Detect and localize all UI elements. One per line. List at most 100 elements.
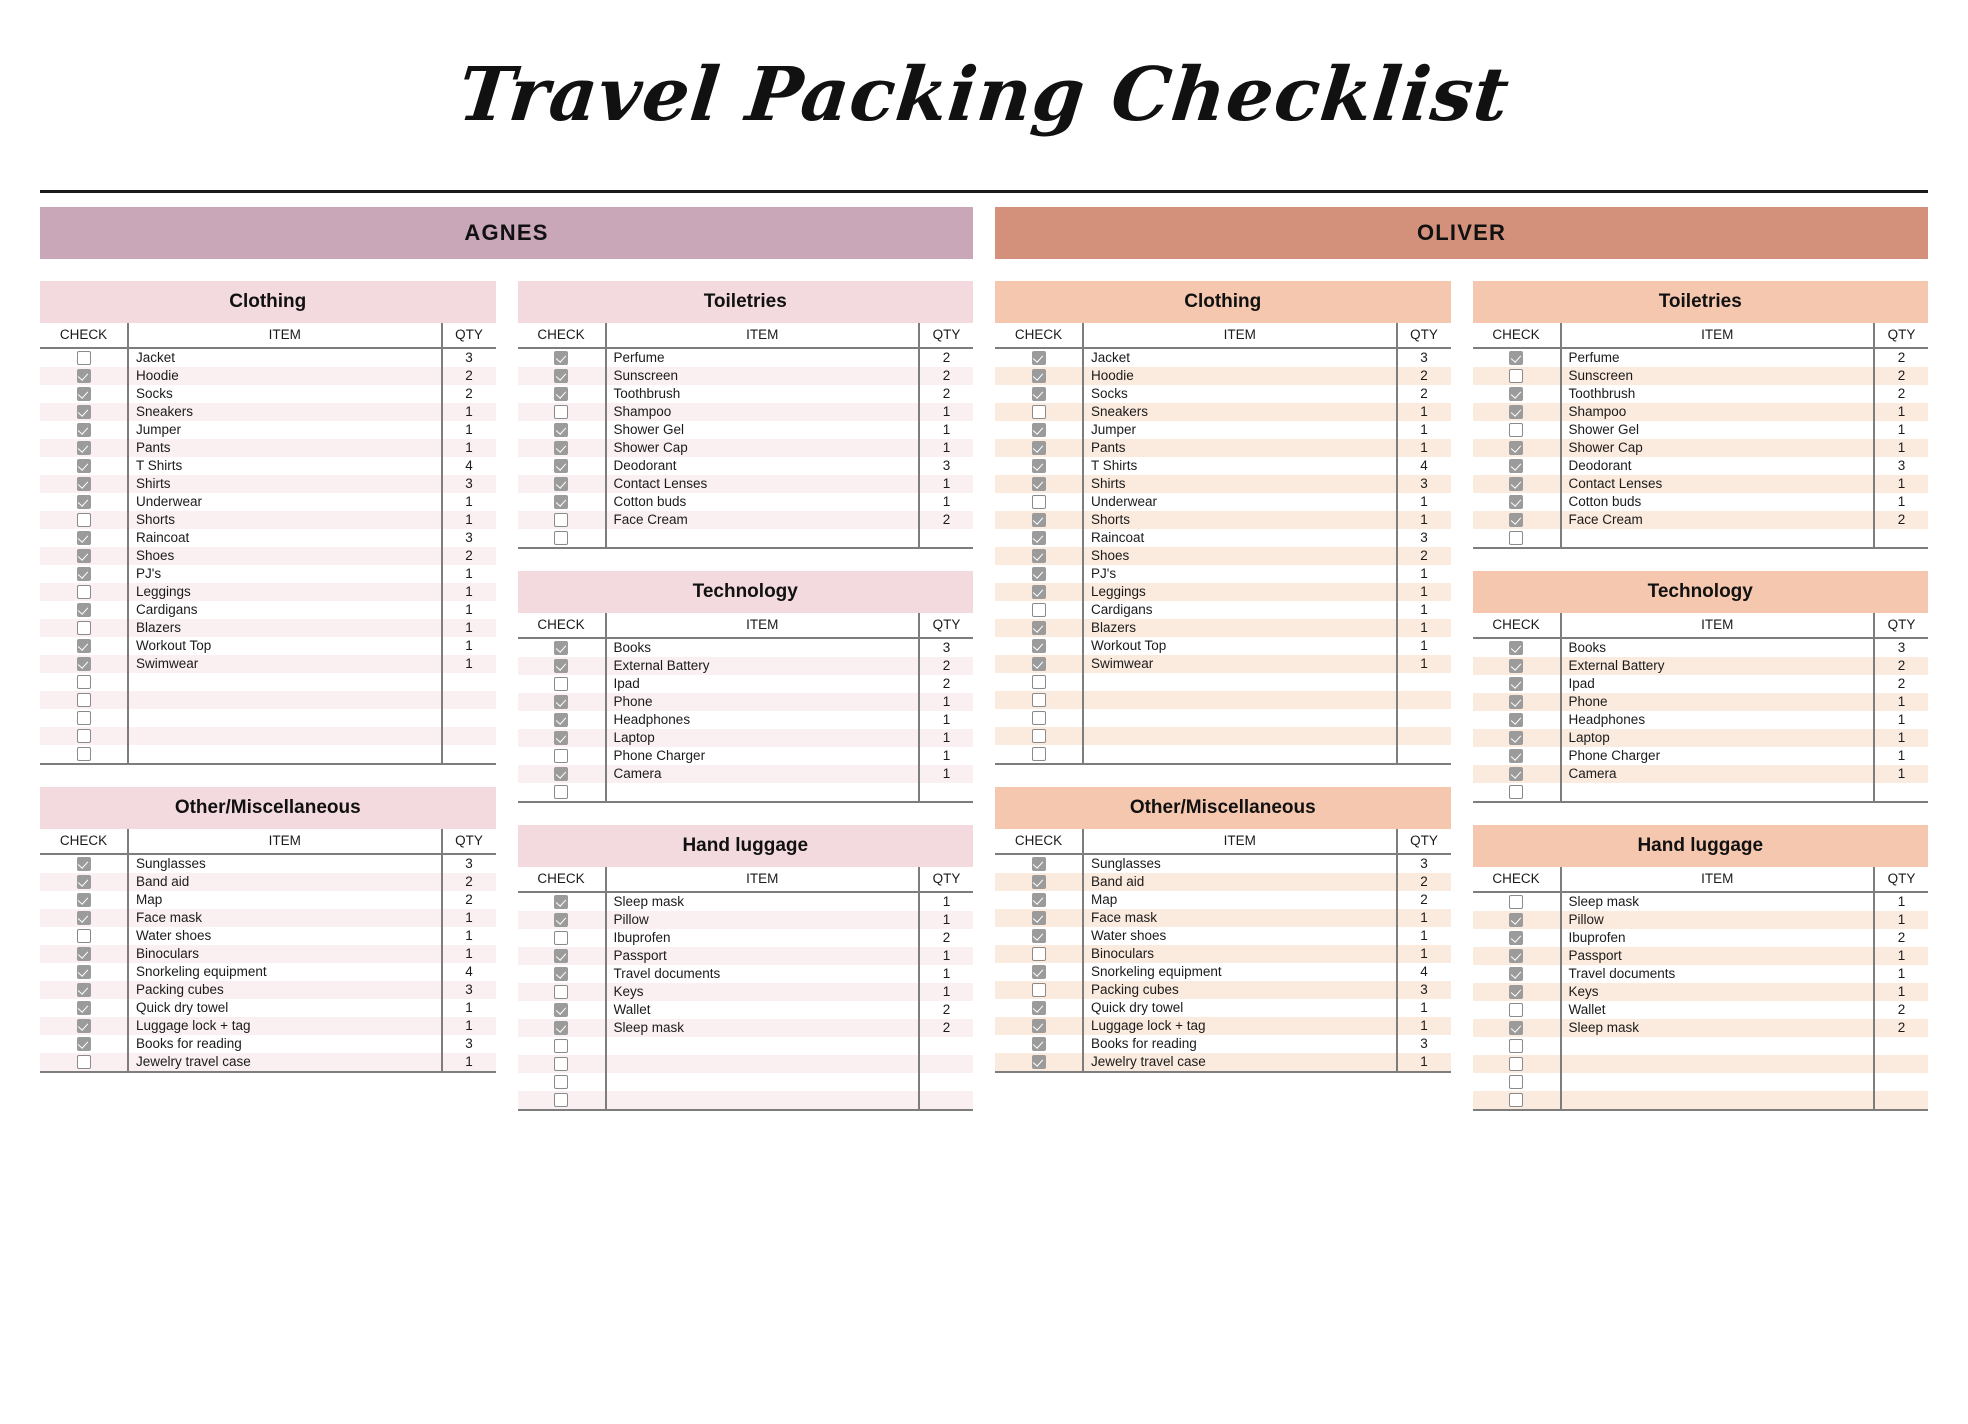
check-cell[interactable] <box>40 511 129 529</box>
checkbox-checked-icon[interactable] <box>554 767 568 782</box>
checkbox-checked-icon[interactable] <box>76 947 91 962</box>
check-cell[interactable] <box>40 999 129 1017</box>
check-cell[interactable] <box>40 691 129 709</box>
checkbox-checked-icon[interactable] <box>554 913 568 928</box>
checkbox-checked-icon[interactable] <box>76 657 91 672</box>
checkbox-checked-icon[interactable] <box>76 965 91 980</box>
check-cell[interactable] <box>995 673 1084 691</box>
check-cell[interactable] <box>1472 638 1562 657</box>
checkbox-checked-icon[interactable] <box>76 387 91 402</box>
check-cell[interactable] <box>1472 657 1562 675</box>
checkbox-unchecked-icon[interactable] <box>1031 675 1046 690</box>
checkbox-checked-icon[interactable] <box>554 713 568 728</box>
checkbox-checked-icon[interactable] <box>554 1021 568 1036</box>
check-cell[interactable] <box>995 727 1084 745</box>
check-cell[interactable] <box>40 403 129 421</box>
check-cell[interactable] <box>40 619 129 637</box>
check-cell[interactable] <box>517 729 607 747</box>
checkbox-checked-icon[interactable] <box>76 1037 91 1052</box>
check-cell[interactable] <box>40 927 129 945</box>
check-cell[interactable] <box>995 854 1084 873</box>
check-cell[interactable] <box>995 999 1084 1017</box>
checkbox-checked-icon[interactable] <box>76 405 91 420</box>
check-cell[interactable] <box>517 1037 607 1055</box>
checkbox-checked-icon[interactable] <box>76 893 91 908</box>
checkbox-unchecked-icon[interactable] <box>554 931 568 946</box>
checkbox-checked-icon[interactable] <box>1031 875 1046 890</box>
check-cell[interactable] <box>517 1055 607 1073</box>
checkbox-unchecked-icon[interactable] <box>76 1055 91 1070</box>
checkbox-checked-icon[interactable] <box>1509 641 1523 656</box>
checkbox-checked-icon[interactable] <box>1031 1037 1046 1052</box>
checkbox-checked-icon[interactable] <box>1031 1019 1046 1034</box>
check-cell[interactable] <box>40 1035 129 1053</box>
check-cell[interactable] <box>40 655 129 673</box>
checkbox-checked-icon[interactable] <box>1509 495 1523 510</box>
check-cell[interactable] <box>40 1017 129 1035</box>
checkbox-checked-icon[interactable] <box>76 983 91 998</box>
checkbox-checked-icon[interactable] <box>1509 477 1523 492</box>
checkbox-checked-icon[interactable] <box>1031 893 1046 908</box>
checkbox-checked-icon[interactable] <box>1031 929 1046 944</box>
check-cell[interactable] <box>517 385 607 403</box>
check-cell[interactable] <box>40 854 129 873</box>
checkbox-checked-icon[interactable] <box>1509 713 1523 728</box>
checkbox-checked-icon[interactable] <box>1509 387 1523 402</box>
check-cell[interactable] <box>517 439 607 457</box>
check-cell[interactable] <box>995 529 1084 547</box>
check-cell[interactable] <box>40 457 129 475</box>
check-cell[interactable] <box>995 565 1084 583</box>
check-cell[interactable] <box>40 873 129 891</box>
checkbox-unchecked-icon[interactable] <box>1509 1003 1523 1018</box>
checkbox-checked-icon[interactable] <box>1509 695 1523 710</box>
checkbox-unchecked-icon[interactable] <box>1031 729 1046 744</box>
check-cell[interactable] <box>1472 675 1562 693</box>
checkbox-checked-icon[interactable] <box>1509 931 1523 946</box>
check-cell[interactable] <box>1472 911 1562 929</box>
checkbox-checked-icon[interactable] <box>1031 1001 1046 1016</box>
checkbox-checked-icon[interactable] <box>554 423 568 438</box>
check-cell[interactable] <box>995 1053 1084 1073</box>
checkbox-checked-icon[interactable] <box>76 603 91 618</box>
check-cell[interactable] <box>995 583 1084 601</box>
checkbox-checked-icon[interactable] <box>554 895 568 910</box>
check-cell[interactable] <box>1472 1073 1562 1091</box>
checkbox-checked-icon[interactable] <box>1031 423 1046 438</box>
check-cell[interactable] <box>517 1001 607 1019</box>
check-cell[interactable] <box>995 403 1084 421</box>
check-cell[interactable] <box>995 439 1084 457</box>
checkbox-checked-icon[interactable] <box>1509 967 1523 982</box>
check-cell[interactable] <box>517 1073 607 1091</box>
check-cell[interactable] <box>1472 1001 1562 1019</box>
check-cell[interactable] <box>517 493 607 511</box>
check-cell[interactable] <box>995 891 1084 909</box>
check-cell[interactable] <box>995 475 1084 493</box>
checkbox-checked-icon[interactable] <box>1031 387 1046 402</box>
check-cell[interactable] <box>517 711 607 729</box>
checkbox-checked-icon[interactable] <box>1031 531 1046 546</box>
check-cell[interactable] <box>40 367 129 385</box>
check-cell[interactable] <box>517 765 607 783</box>
check-cell[interactable] <box>40 909 129 927</box>
checkbox-checked-icon[interactable] <box>1509 405 1523 420</box>
check-cell[interactable] <box>517 783 607 803</box>
check-cell[interactable] <box>1472 1019 1562 1037</box>
check-cell[interactable] <box>517 638 607 657</box>
check-cell[interactable] <box>40 529 129 547</box>
checkbox-checked-icon[interactable] <box>1509 351 1523 366</box>
checkbox-unchecked-icon[interactable] <box>1031 947 1046 962</box>
checkbox-checked-icon[interactable] <box>76 639 91 654</box>
check-cell[interactable] <box>995 348 1084 367</box>
check-cell[interactable] <box>517 983 607 1001</box>
checkbox-checked-icon[interactable] <box>1509 949 1523 964</box>
checkbox-unchecked-icon[interactable] <box>1031 495 1046 510</box>
checkbox-unchecked-icon[interactable] <box>76 585 91 600</box>
checkbox-checked-icon[interactable] <box>76 567 91 582</box>
check-cell[interactable] <box>1472 765 1562 783</box>
check-cell[interactable] <box>1472 529 1562 549</box>
checkbox-unchecked-icon[interactable] <box>1509 895 1523 910</box>
check-cell[interactable] <box>995 981 1084 999</box>
check-cell[interactable] <box>517 511 607 529</box>
checkbox-unchecked-icon[interactable] <box>554 513 568 528</box>
checkbox-checked-icon[interactable] <box>1031 351 1046 366</box>
